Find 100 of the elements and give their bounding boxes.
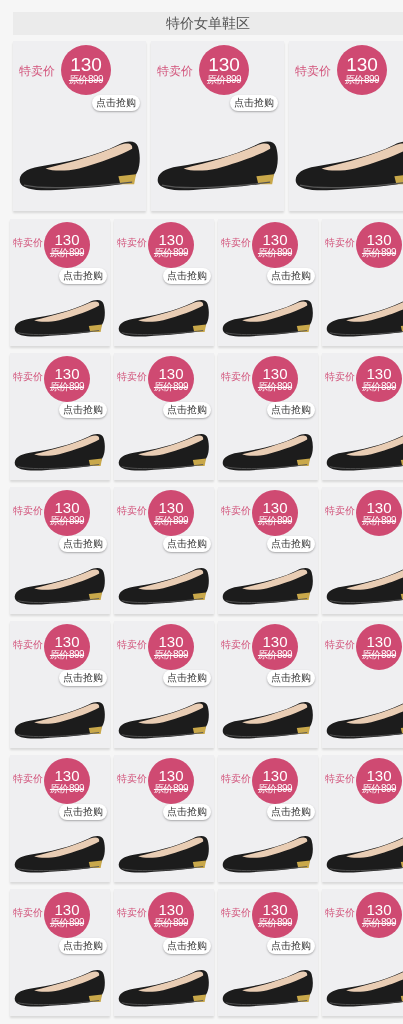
product-card[interactable]: 特卖价 130 原价899 点击抢购 — [10, 219, 110, 346]
sale-price-label: 特卖价 — [13, 906, 43, 920]
sale-price-label: 特卖价 — [13, 370, 43, 384]
buy-now-button[interactable]: 点击抢购 — [92, 95, 140, 111]
product-card[interactable]: 特卖价 130 原价899 点击抢购 — [151, 41, 284, 211]
price: 130 — [158, 500, 184, 515]
buy-now-button[interactable]: 点击抢购 — [267, 670, 315, 686]
buy-now-button[interactable]: 点击抢购 — [267, 804, 315, 820]
sale-price-label: 特卖价 — [117, 504, 147, 518]
price: 130 — [262, 902, 288, 917]
buy-now-button[interactable]: 点击抢购 — [267, 268, 315, 284]
product-card[interactable]: 特卖价 130 原价899 — [322, 353, 403, 480]
product-card[interactable]: 特卖价 130 原价899 点击抢购 — [114, 889, 214, 1016]
original-price: 原价899 — [361, 917, 397, 928]
price: 130 — [262, 232, 288, 247]
price: 130 — [366, 768, 392, 783]
original-price: 原价899 — [49, 515, 85, 526]
product-card[interactable]: 特卖价 130 原价899 点击抢购 — [114, 353, 214, 480]
price: 130 — [158, 902, 184, 917]
buy-now-button[interactable]: 点击抢购 — [267, 938, 315, 954]
price: 130 — [346, 55, 378, 74]
original-price: 原价899 — [257, 917, 293, 928]
original-price: 原价899 — [49, 381, 85, 392]
original-price: 原价899 — [361, 649, 397, 660]
original-price: 原价899 — [153, 649, 189, 660]
product-card[interactable]: 特卖价 130 原价899 点击抢购 — [114, 219, 214, 346]
product-card[interactable]: 特卖价 130 原价899 — [322, 889, 403, 1016]
original-price: 原价899 — [49, 917, 85, 928]
product-card[interactable]: 特卖价 130 原价899 — [289, 41, 403, 211]
price: 130 — [366, 232, 392, 247]
product-card[interactable]: 特卖价 130 原价899 点击抢购 — [114, 487, 214, 614]
price: 130 — [158, 634, 184, 649]
buy-now-button[interactable]: 点击抢购 — [59, 804, 107, 820]
sale-price-label: 特卖价 — [325, 906, 355, 920]
price: 130 — [158, 768, 184, 783]
sale-price-label: 特卖价 — [325, 638, 355, 652]
product-card[interactable]: 特卖价 130 原价899 点击抢购 — [10, 621, 110, 748]
original-price: 原价899 — [153, 917, 189, 928]
product-card[interactable]: 特卖价 130 原价899 点击抢购 — [10, 755, 110, 882]
product-card[interactable]: 特卖价 130 原价899 点击抢购 — [10, 353, 110, 480]
product-card[interactable]: 特卖价 130 原价899 点击抢购 — [218, 889, 318, 1016]
original-price: 原价899 — [68, 74, 104, 85]
price: 130 — [262, 634, 288, 649]
sale-price-label: 特卖价 — [325, 236, 355, 250]
original-price: 原价899 — [257, 247, 293, 258]
buy-now-button[interactable]: 点击抢购 — [230, 95, 278, 111]
original-price: 原价899 — [257, 381, 293, 392]
price: 130 — [54, 366, 80, 381]
product-card[interactable]: 特卖价 130 原价899 — [322, 755, 403, 882]
sale-price-label: 特卖价 — [13, 772, 43, 786]
buy-now-button[interactable]: 点击抢购 — [163, 938, 211, 954]
product-card[interactable]: 特卖价 130 原价899 — [322, 487, 403, 614]
sale-price-label: 特卖价 — [117, 236, 147, 250]
product-card[interactable]: 特卖价 130 原价899 点击抢购 — [218, 755, 318, 882]
product-card[interactable]: 特卖价 130 原价899 点击抢购 — [218, 219, 318, 346]
sale-price-label: 特卖价 — [221, 236, 251, 250]
product-card[interactable]: 特卖价 130 原价899 点击抢购 — [114, 621, 214, 748]
buy-now-button[interactable]: 点击抢购 — [163, 268, 211, 284]
price: 130 — [262, 366, 288, 381]
product-card[interactable]: 特卖价 130 原价899 点击抢购 — [10, 487, 110, 614]
buy-now-button[interactable]: 点击抢购 — [59, 402, 107, 418]
original-price: 原价899 — [361, 515, 397, 526]
sale-price-label: 特卖价 — [325, 772, 355, 786]
price: 130 — [158, 232, 184, 247]
price: 130 — [70, 55, 102, 74]
price: 130 — [54, 902, 80, 917]
product-card[interactable]: 特卖价 130 原价899 点击抢购 — [218, 487, 318, 614]
product-card[interactable]: 特卖价 130 原价899 点击抢购 — [218, 353, 318, 480]
price: 130 — [54, 768, 80, 783]
original-price: 原价899 — [361, 381, 397, 392]
product-card[interactable]: 特卖价 130 原价899 — [322, 621, 403, 748]
sale-price-label: 特卖价 — [13, 638, 43, 652]
original-price: 原价899 — [361, 247, 397, 258]
price: 130 — [366, 634, 392, 649]
buy-now-button[interactable]: 点击抢购 — [163, 670, 211, 686]
sale-price-label: 特卖价 — [117, 772, 147, 786]
product-card[interactable]: 特卖价 130 原价899 点击抢购 — [114, 755, 214, 882]
original-price: 原价899 — [153, 247, 189, 258]
product-card[interactable]: 特卖价 130 原价899 点击抢购 — [13, 41, 146, 211]
original-price: 原价899 — [153, 381, 189, 392]
original-price: 原价899 — [344, 74, 380, 85]
original-price: 原价899 — [257, 515, 293, 526]
buy-now-button[interactable]: 点击抢购 — [267, 536, 315, 552]
buy-now-button[interactable]: 点击抢购 — [163, 402, 211, 418]
buy-now-button[interactable]: 点击抢购 — [59, 938, 107, 954]
product-card[interactable]: 特卖价 130 原价899 点击抢购 — [218, 621, 318, 748]
sale-price-label: 特卖价 — [117, 370, 147, 384]
sale-price-label: 特卖价 — [325, 370, 355, 384]
original-price: 原价899 — [153, 783, 189, 794]
sale-price-label: 特卖价 — [325, 504, 355, 518]
buy-now-button[interactable]: 点击抢购 — [59, 536, 107, 552]
buy-now-button[interactable]: 点击抢购 — [163, 536, 211, 552]
sale-price-label: 特卖价 — [295, 63, 331, 80]
buy-now-button[interactable]: 点击抢购 — [163, 804, 211, 820]
buy-now-button[interactable]: 点击抢购 — [59, 268, 107, 284]
original-price: 原价899 — [361, 783, 397, 794]
product-card[interactable]: 特卖价 130 原价899 — [322, 219, 403, 346]
buy-now-button[interactable]: 点击抢购 — [59, 670, 107, 686]
product-card[interactable]: 特卖价 130 原价899 点击抢购 — [10, 889, 110, 1016]
buy-now-button[interactable]: 点击抢购 — [267, 402, 315, 418]
